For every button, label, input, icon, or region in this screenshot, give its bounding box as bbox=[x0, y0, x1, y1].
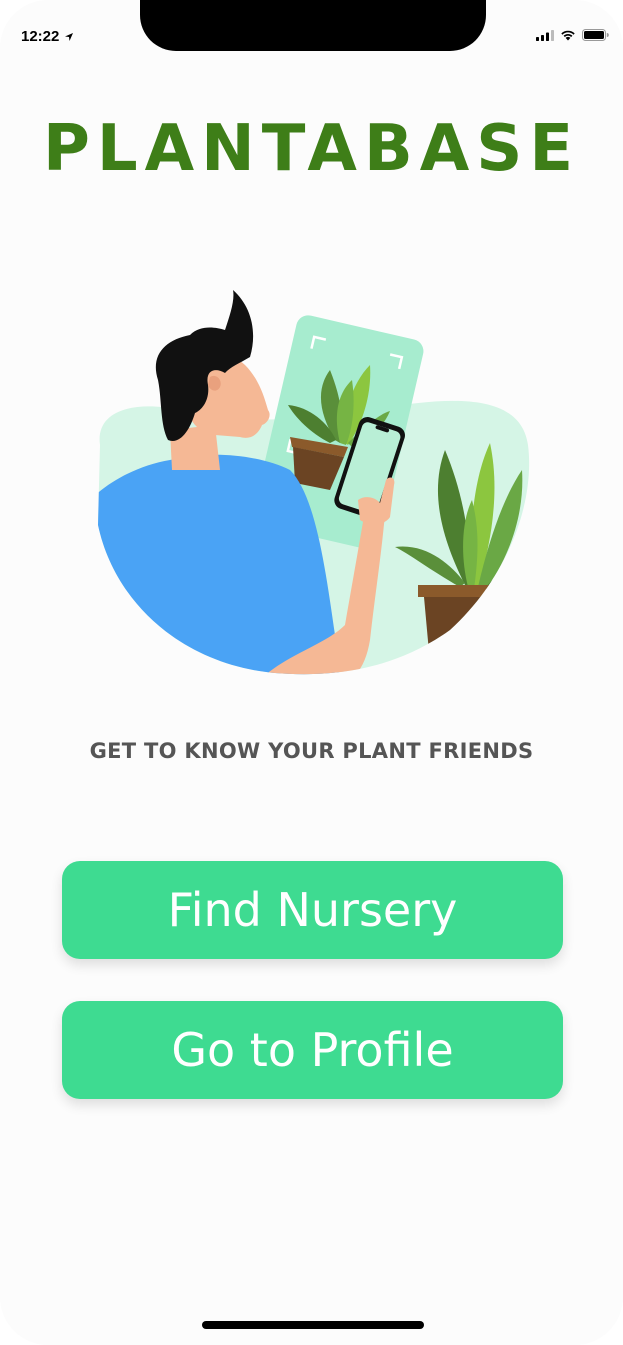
location-arrow-icon bbox=[65, 32, 74, 41]
battery-icon bbox=[582, 29, 609, 41]
status-time: 12:22 bbox=[21, 28, 74, 45]
find-nursery-button[interactable]: Find Nursery bbox=[62, 861, 563, 959]
status-icons bbox=[536, 29, 609, 41]
go-to-profile-button[interactable]: Go to Profile bbox=[62, 1001, 563, 1099]
home-indicator[interactable] bbox=[202, 1321, 424, 1329]
cellular-signal-icon bbox=[536, 29, 554, 41]
device-notch bbox=[140, 0, 486, 51]
wifi-icon bbox=[561, 30, 575, 41]
person-head bbox=[155, 290, 270, 441]
tagline: GET TO KNOW YOUR PLANT FRIENDS bbox=[89, 739, 534, 763]
app-title: PLANTABASE bbox=[42, 112, 581, 186]
phone-screen: 12:22 PLANTABASE GET TO KNOW YOUR PLANT … bbox=[0, 0, 623, 1345]
person-scanning-plant-illustration bbox=[98, 290, 530, 675]
status-time-text: 12:22 bbox=[21, 28, 60, 45]
